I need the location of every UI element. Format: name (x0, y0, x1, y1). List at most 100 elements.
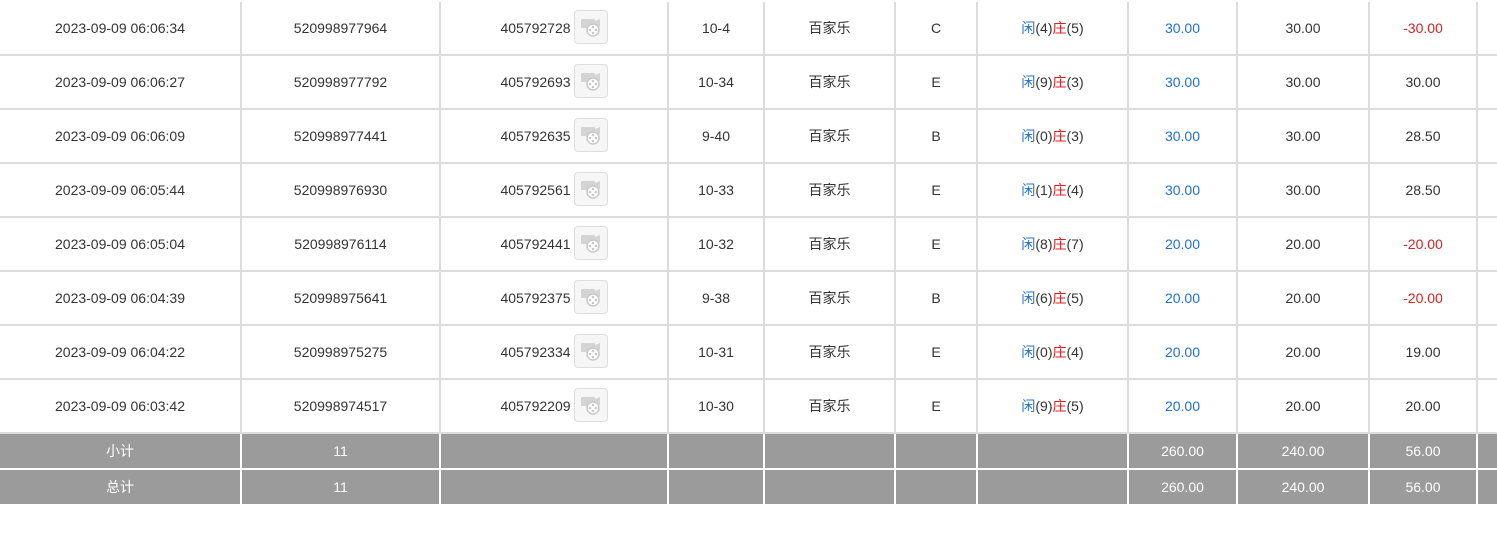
round-cell: 405792728 (440, 2, 669, 56)
bet-id: 520998975641 (241, 271, 441, 326)
empty-cell (895, 469, 978, 506)
player-score: (0) (1035, 344, 1053, 360)
valid-bet-amount: 30.00 (1237, 109, 1370, 164)
video-replay-button[interactable] (573, 334, 608, 368)
total-bet: 260.00 (1128, 469, 1238, 506)
bet-id: 520998977441 (241, 109, 441, 164)
round-id: 405792334 (500, 344, 571, 360)
bet-time: 2023-09-09 06:05:44 (0, 163, 242, 218)
table-name: B (895, 109, 978, 164)
table-name: E (895, 163, 978, 218)
bet-amount: 30.00 (1128, 55, 1238, 110)
game-type: 百家乐 (764, 55, 896, 110)
table-name: E (895, 217, 978, 272)
valid-bet-amount: 20.00 (1237, 379, 1370, 434)
bet-id: 520998975275 (241, 325, 441, 380)
video-replay-button[interactable] (573, 226, 608, 260)
bet-amount: 20.00 (1128, 325, 1238, 380)
round-id: 405792375 (500, 290, 571, 306)
video-replay-icon (575, 285, 607, 307)
bet-amount: 20.00 (1128, 271, 1238, 326)
empty-cell (1477, 109, 1497, 164)
win-loss-amount: -30.00 (1369, 2, 1478, 56)
game-type: 百家乐 (764, 109, 896, 164)
player-label: 闲 (1021, 344, 1036, 360)
empty-cell (1477, 55, 1497, 110)
player-label: 闲 (1021, 398, 1036, 414)
result-cell: 闲(8)庄(7) (977, 217, 1129, 272)
result-cell: 闲(0)庄(4) (977, 325, 1129, 380)
bet-records-table: 2023-09-09 06:06:34 520998977964 405792728… (0, 2, 1497, 506)
empty-cell (1477, 469, 1497, 506)
video-replay-button[interactable] (573, 10, 608, 44)
video-replay-button[interactable] (573, 280, 608, 314)
round-id: 405792635 (500, 128, 571, 144)
round-id: 405792728 (500, 20, 571, 36)
bet-amount: 20.00 (1128, 379, 1238, 434)
player-label: 闲 (1021, 290, 1036, 306)
player-score: (1) (1035, 182, 1053, 198)
bet-id: 520998976114 (241, 217, 441, 272)
table-row: 2023-09-09 06:04:39 520998975641 405792375… (0, 271, 1497, 326)
banker-score: (5) (1066, 398, 1084, 414)
video-replay-icon (575, 393, 607, 415)
round-cell: 405792209 (440, 379, 669, 434)
bet-id: 520998976930 (241, 163, 441, 218)
banker-label: 庄 (1052, 128, 1067, 144)
game-type: 百家乐 (764, 217, 896, 272)
win-loss-amount: 30.00 (1369, 55, 1478, 110)
round-cell: 405792375 (440, 271, 669, 326)
table-name: E (895, 55, 978, 110)
game-type: 百家乐 (764, 379, 896, 434)
round-cell: 405792635 (440, 109, 669, 164)
video-replay-button[interactable] (573, 388, 608, 422)
player-score: (4) (1035, 20, 1053, 36)
video-replay-button[interactable] (573, 118, 608, 152)
shoe-number: 10-32 (668, 217, 765, 272)
empty-cell (1477, 271, 1497, 326)
win-loss-amount: -20.00 (1369, 271, 1478, 326)
player-score: (9) (1035, 74, 1053, 90)
round-id: 405792209 (500, 398, 571, 414)
empty-cell (895, 433, 978, 470)
bet-time: 2023-09-09 06:06:09 (0, 109, 242, 164)
player-label: 闲 (1021, 128, 1036, 144)
banker-score: (5) (1066, 290, 1084, 306)
game-type: 百家乐 (764, 163, 896, 218)
bet-time: 2023-09-09 06:06:27 (0, 55, 242, 110)
subtotal-win-loss: 56.00 (1369, 433, 1478, 470)
table-row: 2023-09-09 06:03:42 520998974517 405792209… (0, 379, 1497, 434)
empty-cell (977, 469, 1129, 506)
round-id: 405792693 (500, 74, 571, 90)
player-label: 闲 (1021, 74, 1036, 90)
banker-label: 庄 (1052, 20, 1067, 36)
table-row: 2023-09-09 06:05:44 520998976930 405792561… (0, 163, 1497, 218)
win-loss-amount: 28.50 (1369, 109, 1478, 164)
shoe-number: 10-4 (668, 2, 765, 56)
banker-score: (7) (1066, 236, 1084, 252)
video-replay-icon (575, 339, 607, 361)
total-row: 总计 11 260.00 240.00 56.00 (0, 469, 1497, 506)
video-replay-button[interactable] (573, 172, 608, 206)
video-replay-icon (575, 69, 607, 91)
bet-time: 2023-09-09 06:03:42 (0, 379, 242, 434)
empty-cell (440, 433, 669, 470)
round-id: 405792441 (500, 236, 571, 252)
round-cell: 405792334 (440, 325, 669, 380)
banker-score: (3) (1066, 128, 1084, 144)
result-cell: 闲(9)庄(5) (977, 379, 1129, 434)
empty-cell (1477, 379, 1497, 434)
banker-label: 庄 (1052, 182, 1067, 198)
empty-cell (1477, 2, 1497, 56)
valid-bet-amount: 20.00 (1237, 217, 1370, 272)
valid-bet-amount: 30.00 (1237, 2, 1370, 56)
round-cell: 405792441 (440, 217, 669, 272)
banker-score: (5) (1066, 20, 1084, 36)
result-cell: 闲(6)庄(5) (977, 271, 1129, 326)
video-replay-button[interactable] (573, 64, 608, 98)
shoe-number: 10-34 (668, 55, 765, 110)
shoe-number: 9-38 (668, 271, 765, 326)
empty-cell (977, 433, 1129, 470)
total-valid-bet: 240.00 (1237, 469, 1370, 506)
bet-amount: 30.00 (1128, 163, 1238, 218)
